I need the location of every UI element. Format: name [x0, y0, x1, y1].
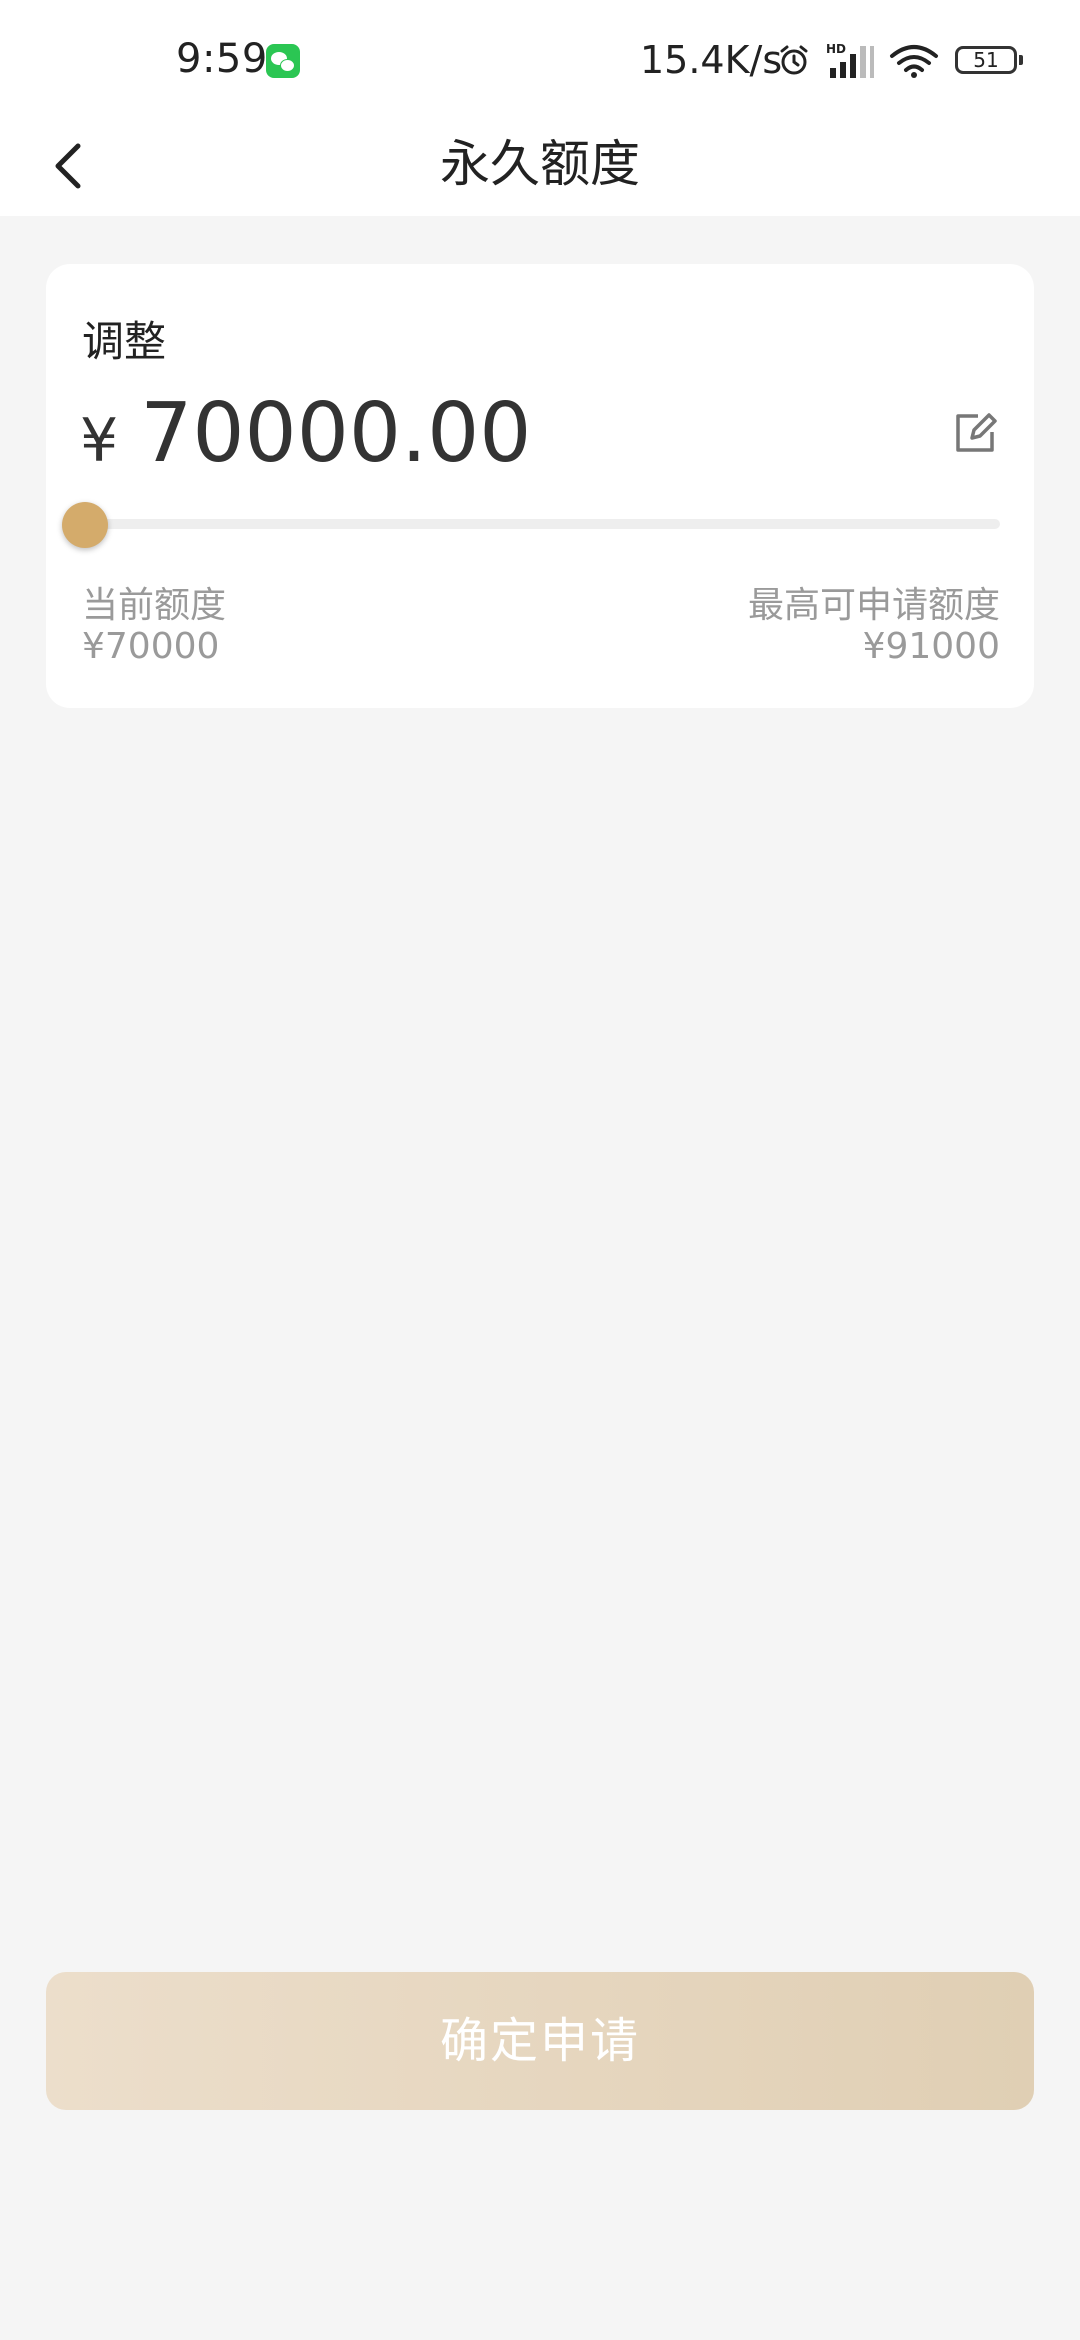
- nav-bar: 永久额度: [0, 112, 1080, 216]
- status-time: 9:59: [176, 36, 268, 82]
- quota-card: 调整 ¥70000.00 当前额度 最高可申请额度 ¥70000 ¥91000: [46, 264, 1034, 708]
- max-quota-value: ¥91000: [862, 626, 1000, 667]
- wechat-icon: [266, 44, 300, 78]
- wifi-icon: [890, 45, 938, 78]
- edit-icon[interactable]: [952, 410, 998, 456]
- top-bar: 9:59 15.4K/s HD 51 永久额度: [0, 0, 1080, 216]
- adjust-label: 调整: [82, 317, 167, 366]
- battery-icon: 51: [955, 46, 1023, 74]
- signal-hd-badge: HD: [826, 42, 846, 56]
- signal-icon: HD: [826, 42, 874, 78]
- status-bar: 9:59 15.4K/s HD 51: [0, 0, 1080, 120]
- quota-slider-thumb[interactable]: [62, 502, 108, 548]
- amount-value: 70000.00: [140, 386, 532, 481]
- confirm-apply-button[interactable]: 确定申请: [46, 1972, 1034, 2110]
- network-speed: 15.4K/s: [640, 38, 783, 82]
- alarm-icon: [780, 45, 808, 75]
- quota-slider-track[interactable]: [82, 519, 1000, 529]
- current-quota-label: 当前额度: [82, 585, 227, 626]
- page-title: 永久额度: [440, 135, 640, 193]
- max-quota-label: 最高可申请额度: [747, 585, 1000, 626]
- current-quota-value: ¥70000: [82, 626, 220, 667]
- amount-display: ¥70000.00: [80, 384, 531, 491]
- currency-symbol: ¥: [80, 406, 119, 476]
